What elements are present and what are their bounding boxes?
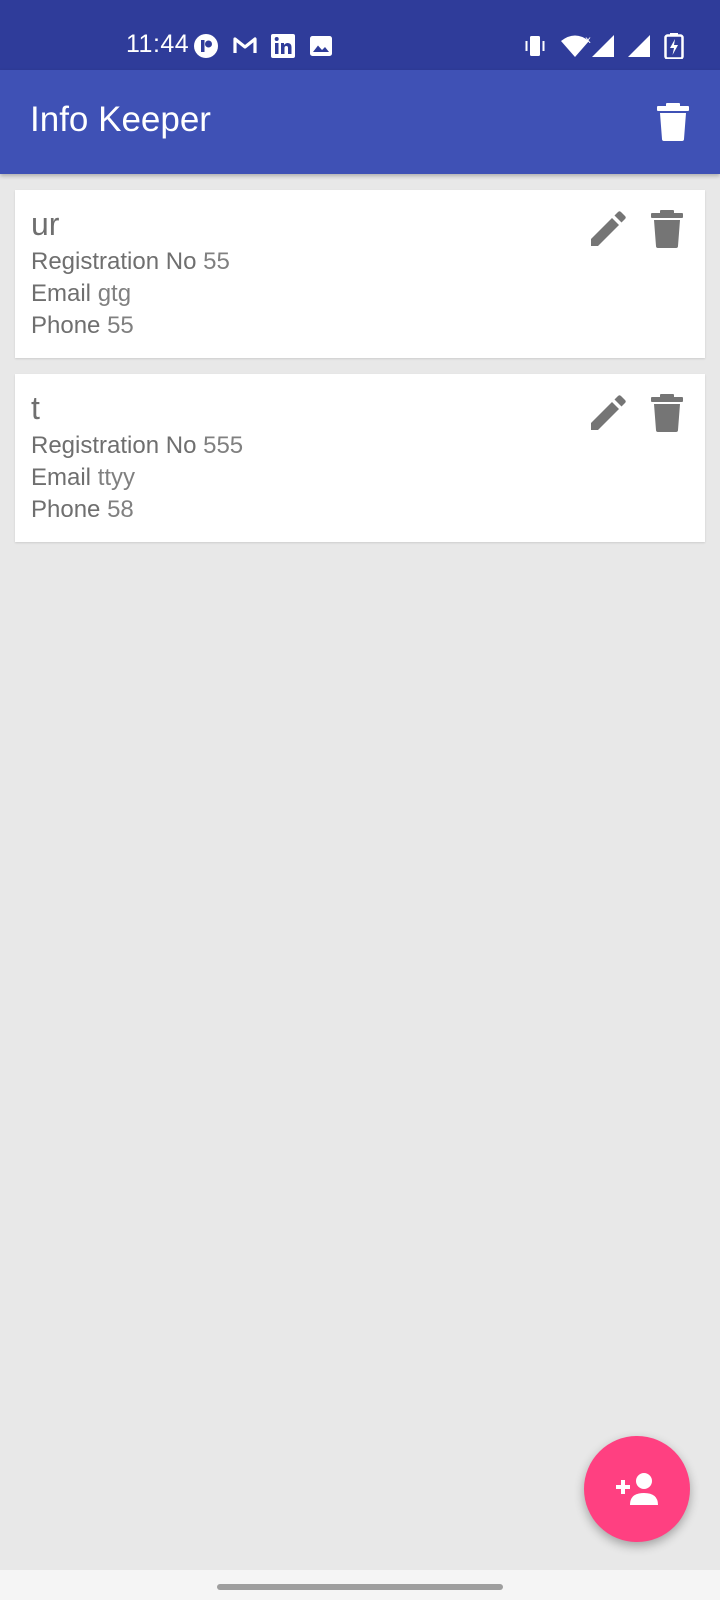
phone-label: Phone (31, 496, 101, 523)
phone-value: 58 (107, 496, 134, 523)
email-value: gtg (97, 280, 132, 307)
delete-icon[interactable] (649, 208, 685, 250)
records-list: ur Registration No 55 Email gtg Phone 55… (15, 190, 705, 558)
edit-icon[interactable] (587, 392, 629, 434)
add-person-icon (616, 1473, 658, 1505)
email-label: Email (31, 280, 92, 307)
battery-charging-icon (664, 33, 684, 59)
delete-icon[interactable] (649, 392, 685, 434)
registration-label: Registration No (31, 248, 197, 275)
registration-label: Registration No (31, 432, 197, 459)
app-r-icon (194, 34, 218, 58)
email-row: Email ttyy (31, 464, 135, 492)
gallery-icon (310, 36, 332, 56)
delete-all-icon[interactable] (656, 102, 690, 142)
status-bar: 11:44 x (0, 0, 720, 70)
status-time: 11:44 (126, 30, 190, 58)
phone-value: 55 (107, 312, 134, 339)
record-card: ur Registration No 55 Email gtg Phone 55 (15, 190, 705, 358)
app-bar: Info Keeper (0, 70, 720, 174)
registration-row: Registration No 55 (31, 248, 230, 276)
record-name: ur (31, 206, 60, 242)
gmail-icon (233, 37, 257, 53)
signal-icon (628, 35, 650, 57)
add-record-button[interactable] (584, 1436, 690, 1542)
phone-row: Phone 58 (31, 496, 134, 524)
wifi-icon: x (561, 35, 591, 57)
email-row: Email gtg (31, 280, 131, 308)
registration-value: 55 (203, 248, 230, 275)
phone-row: Phone 55 (31, 312, 134, 340)
record-card: t Registration No 555 Email ttyy Phone 5… (15, 374, 705, 542)
email-label: Email (31, 464, 92, 491)
registration-value: 555 (203, 432, 244, 459)
phone-label: Phone (31, 312, 101, 339)
vibrate-icon (525, 36, 545, 56)
app-title: Info Keeper (30, 100, 211, 139)
record-name: t (31, 390, 40, 426)
registration-row: Registration No 555 (31, 432, 243, 460)
email-value: ttyy (97, 464, 136, 491)
linkedin-icon (271, 34, 295, 58)
edit-icon[interactable] (587, 208, 629, 250)
home-gesture-handle[interactable] (217, 1584, 503, 1590)
signal-icon (592, 35, 614, 57)
navigation-bar (0, 1570, 720, 1600)
